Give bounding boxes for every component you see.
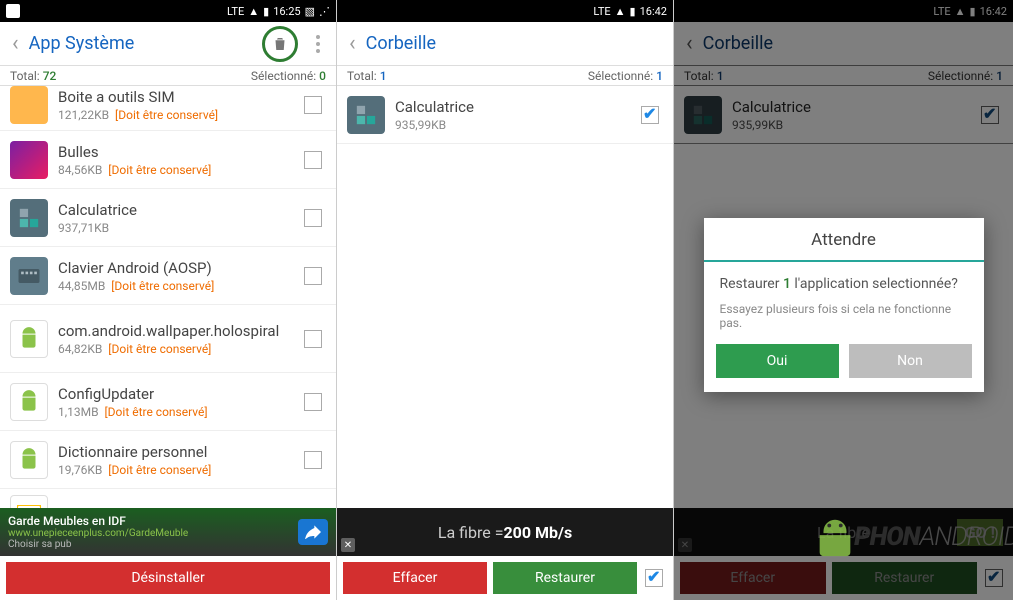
app-icon [10,320,48,358]
ad-banner[interactable]: ✕ La fibre = 200 Mb/s [337,508,673,556]
confirm-dialog: Attendre Restaurer 1 l'application selec… [704,218,984,392]
share-icon[interactable] [298,519,328,545]
screen-trash: LTE ▲ ▮ 16:42 ‹ Corbeille Total: 1 Sélec… [337,0,674,600]
select-checkbox[interactable] [304,451,322,469]
screen-app-system: LTE ▲ ▮ 16:25 ▧ ⋰ ‹ App Système Total: 7… [0,0,337,600]
app-header: ‹ App Système [0,22,336,66]
app-list[interactable]: Calculatrice935,99KB [337,86,673,508]
screen-dialog: LTE ▲ ▮ 16:42 ‹ Corbeille Total: 1 Sélec… [674,0,1013,600]
lte-indicator: LTE [593,5,610,18]
signal-icon: ▲ [615,5,626,18]
page-title: Corbeille [362,33,667,54]
page-title: App Système [25,33,262,54]
trash-button[interactable] [262,26,298,62]
list-item[interactable]: Dictionnaire personnel19,76KB [Doit être… [0,431,336,489]
lte-indicator: LTE [227,5,244,18]
dialog-yes-button[interactable]: Oui [716,344,839,378]
select-checkbox[interactable] [304,330,322,348]
bottom-bar: Désinstaller [0,556,336,600]
dialog-message: Restaurer 1 l'application selectionnée? [704,262,984,296]
select-checkbox[interactable] [304,393,322,411]
overflow-menu[interactable] [306,35,330,53]
list-item[interactable]: ConfigUpdater1,13MB [Doit être conservé] [0,373,336,431]
back-button[interactable]: ‹ [6,31,25,56]
status-bar: LTE ▲ ▮ 16:25 ▧ ⋰ [0,0,336,22]
app-icon [10,199,48,237]
count-bar: Total: 1 Sélectionné: 1 [337,66,673,86]
list-item[interactable]: Calculatrice935,99KB [337,86,673,144]
count-bar: Total: 72 Sélectionné: 0 [0,66,336,86]
list-item[interactable]: com.android.wallpaper.holospiral64,82KB … [0,305,336,373]
uninstall-button[interactable]: Désinstaller [6,562,330,594]
select-checkbox[interactable] [304,96,322,114]
status-time: 16:25 [273,5,300,18]
list-item[interactable]: Bulles84,56KB [Doit être conservé] [0,131,336,189]
select-checkbox[interactable] [641,106,659,124]
list-item[interactable]: Calculatrice937,71KB [0,189,336,247]
erase-button[interactable]: Effacer [343,562,487,594]
dialog-title: Attendre [704,218,984,262]
app-header: ‹ Corbeille [337,22,673,66]
app-icon [10,86,48,124]
restore-button[interactable]: Restaurer [493,562,637,594]
app-name: Boite a outils SIM [58,88,296,106]
ad-banner[interactable]: Garde Meubles en IDF www.unepieceenplus.… [0,508,336,556]
app-icon [10,141,48,179]
dialog-subtext: Essayez plusieurs fois si cela ne foncti… [704,296,984,344]
app-icon [10,495,48,508]
select-checkbox[interactable] [304,151,322,169]
app-icon [347,96,385,134]
status-time: 16:42 [640,5,667,18]
back-button[interactable]: ‹ [343,31,362,56]
status-bar: LTE ▲ ▮ 16:42 [337,0,673,22]
app-icon [10,441,48,479]
ad-close-icon[interactable]: ✕ [341,538,355,552]
select-checkbox[interactable] [304,267,322,285]
app-list[interactable]: Boite a outils SIM 121,22KB [Doit être c… [0,86,336,508]
wifi-icon: ⋰ [319,5,330,18]
list-item[interactable]: Boite a outils SIM 121,22KB [Doit être c… [0,86,336,131]
dialog-no-button[interactable]: Non [849,344,972,378]
battery-icon: ▮ [263,5,269,18]
app-icon [10,383,48,421]
image-icon: ▧ [305,5,315,18]
signal-icon: ▲ [248,5,259,18]
list-item[interactable]: E-mail [0,489,336,508]
select-all-checkbox[interactable] [645,569,663,587]
bottom-bar: Effacer Restaurer [337,556,673,600]
list-item[interactable]: Clavier Android (AOSP)44,85MB [Doit être… [0,247,336,305]
battery-icon: ▮ [630,5,636,18]
select-checkbox[interactable] [304,209,322,227]
app-icon [10,257,48,295]
